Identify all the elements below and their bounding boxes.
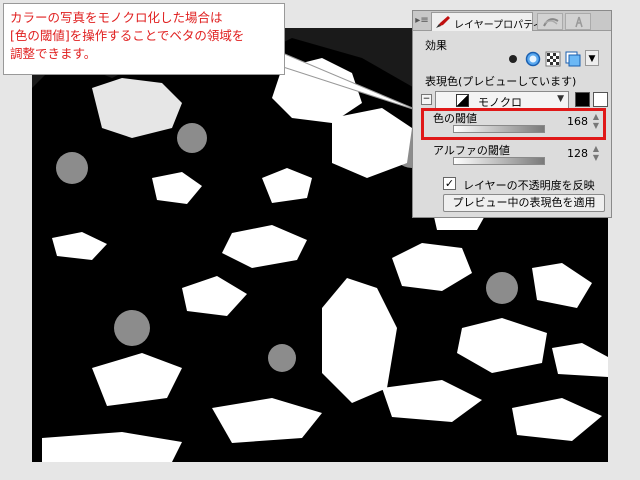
layer-color-icon[interactable] <box>565 51 581 67</box>
alpha-threshold-label: アルファの閾値 <box>433 144 510 157</box>
expression-color-row: − モノクロ ▼ <box>421 91 608 109</box>
tab-brush[interactable] <box>537 13 563 30</box>
layer-property-icon <box>436 16 450 28</box>
color-threshold-highlight <box>421 108 606 140</box>
panel-tabs: ▸≡ レイヤープロパティ <box>413 11 611 31</box>
chevron-down-icon: ▼ <box>557 94 564 104</box>
tab-label: レイヤープロパティ <box>454 20 543 31</box>
alpha-threshold-slider[interactable] <box>453 157 545 165</box>
alpha-threshold-row: アルファの閾値 128 ▲ ▼ <box>427 142 603 172</box>
apply-expression-color-button[interactable]: プレビュー中の表現色を適用 <box>443 194 605 212</box>
reflect-opacity-checkbox[interactable]: ✓ <box>443 177 456 190</box>
callout-line: [色の閾値]を操作することでベタの領域を <box>10 28 245 43</box>
tool-icon <box>575 16 583 28</box>
dot-effect-icon[interactable] <box>505 51 521 67</box>
effect-title: 効果 <box>425 39 447 52</box>
brush-icon <box>543 18 559 27</box>
effect-buttons: ▼ <box>505 49 605 69</box>
collapse-icon[interactable]: − <box>421 94 432 105</box>
tab-layer-property[interactable]: レイヤープロパティ <box>431 12 543 31</box>
black-color-swatch[interactable] <box>575 92 590 107</box>
reflect-opacity-row: ✓ レイヤーの不透明度を反映 <box>443 176 613 192</box>
alpha-threshold-value[interactable]: 128 <box>567 147 588 160</box>
panel-menu-icon[interactable]: ▸≡ <box>415 14 429 28</box>
callout-line: 調整できます。 <box>10 46 97 61</box>
expression-color-title: 表現色(プレビューしています) <box>425 75 577 88</box>
reflect-opacity-label: レイヤーの不透明度を反映 <box>463 179 595 192</box>
monochrome-swatch-icon <box>456 94 469 107</box>
alpha-threshold-spinner[interactable]: ▲ ▼ <box>591 144 601 164</box>
outline-effect-icon[interactable] <box>525 51 541 67</box>
white-color-swatch[interactable] <box>593 92 608 107</box>
expression-color-select[interactable]: モノクロ ▼ <box>435 91 569 109</box>
tone-effect-icon[interactable] <box>545 51 561 67</box>
tab-tool[interactable] <box>565 13 591 30</box>
callout-box: カラーの写真をモノクロ化した場合は [色の閾値]を操作することでベタの領域を 調… <box>3 3 285 75</box>
callout-line: カラーの写真をモノクロ化した場合は <box>10 10 223 25</box>
effect-dropdown-icon[interactable]: ▼ <box>585 50 599 66</box>
